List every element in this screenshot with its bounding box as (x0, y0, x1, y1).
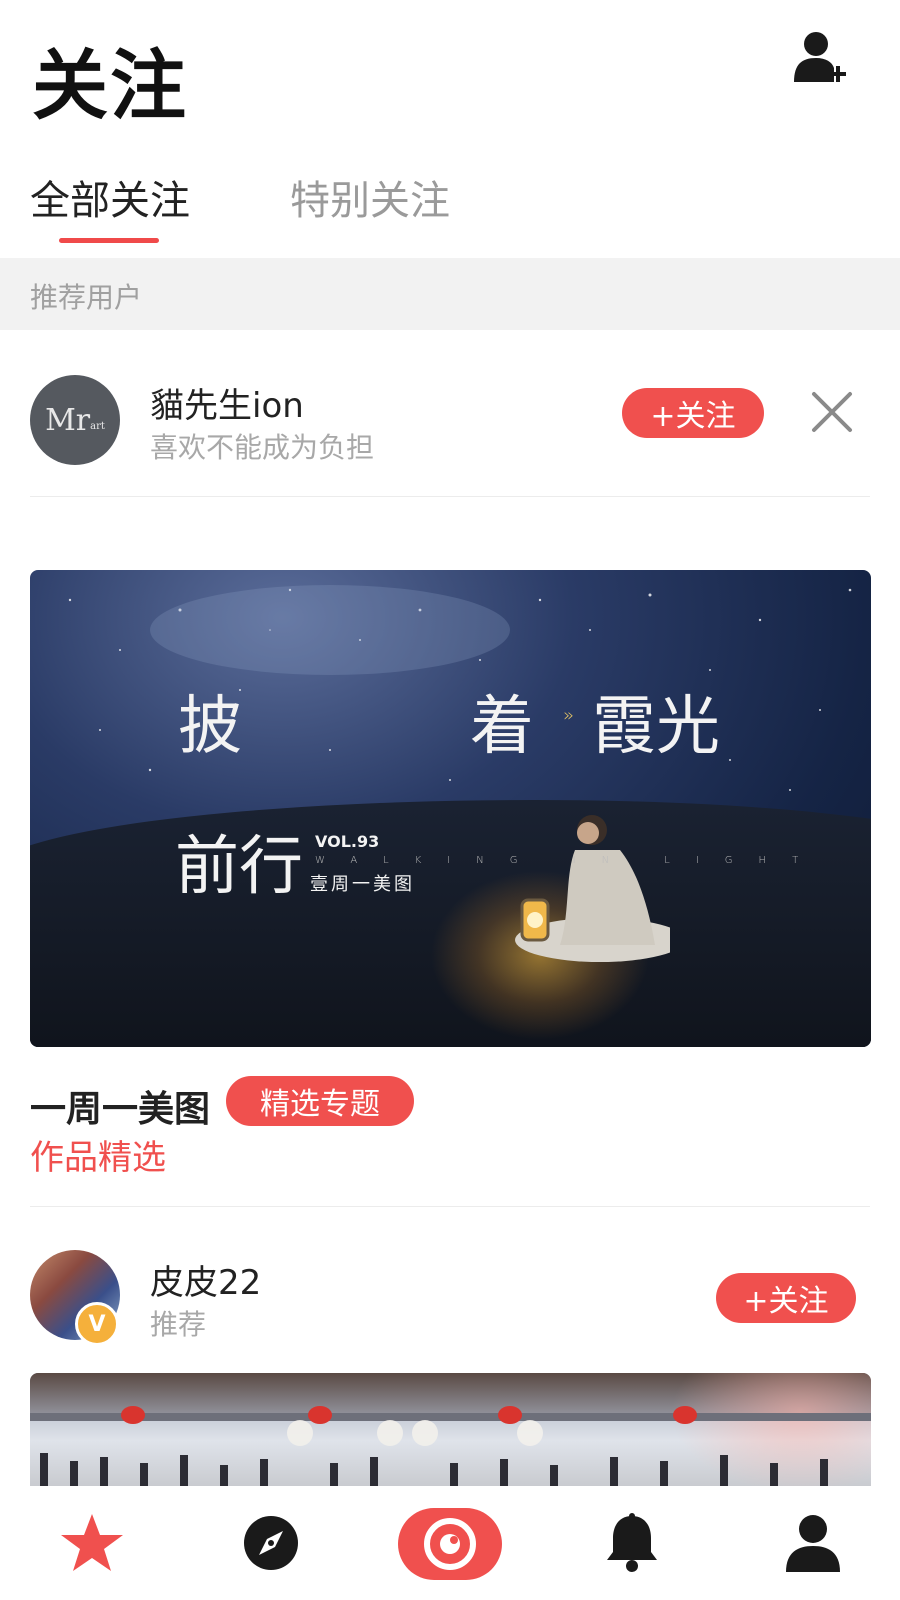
close-icon (812, 392, 852, 432)
bottom-tab-bar (0, 1486, 900, 1600)
featured-banner-image[interactable]: 披 着 » 霞光 前行 VOL.93 WALKING IN LIGHT 壹周一美… (30, 570, 871, 1047)
topic-tag[interactable]: 精选专题 (226, 1076, 414, 1126)
verified-badge: V (75, 1302, 119, 1346)
user-name[interactable]: 皮皮22 (150, 1255, 261, 1304)
header: 关注 (0, 0, 900, 130)
nav-profile[interactable] (778, 1508, 848, 1578)
photo-crowd-scene (30, 1406, 871, 1486)
follow-tabs: 全部关注 特别关注 (0, 160, 900, 258)
section-header: 推荐用户 (0, 258, 900, 330)
star-icon (61, 1514, 123, 1571)
tab-special-following[interactable]: 特别关注 (290, 168, 450, 226)
banner-text-pi: 披 (178, 690, 242, 764)
page-title: 关注 (32, 41, 188, 130)
banner-text-xiaguang: 霞光 (592, 690, 720, 764)
user-name[interactable]: 貓先生ion (150, 378, 304, 427)
post-subtitle[interactable]: 作品精选 (30, 1130, 166, 1179)
banner-walking-text: WALKING IN LIGHT (315, 855, 825, 866)
compass-icon (244, 1516, 298, 1570)
nav-following[interactable] (57, 1508, 127, 1578)
profile-icon (786, 1515, 840, 1572)
divider (30, 1206, 870, 1207)
nav-camera[interactable] (398, 1508, 502, 1580)
follow-button[interactable]: +关注 (716, 1273, 856, 1323)
banner-text-zhe: 着 (470, 690, 534, 764)
avatar[interactable]: Mr art (30, 375, 120, 465)
camera-icon (424, 1518, 476, 1570)
nav-discover[interactable] (236, 1508, 306, 1578)
post-title[interactable]: 一周一美图 (30, 1080, 210, 1132)
add-friend-button[interactable] (792, 28, 852, 88)
post-photo[interactable] (30, 1373, 871, 1486)
follow-button[interactable]: +关注 (622, 388, 764, 438)
avatar-text: Mr (45, 402, 91, 438)
divider (30, 496, 870, 497)
active-tab-indicator (59, 238, 159, 243)
banner-brand: 壹周一美图 (310, 874, 415, 895)
tab-all-following[interactable]: 全部关注 (30, 168, 190, 226)
section-label: 推荐用户 (30, 281, 143, 314)
avatar-small-text: art (90, 420, 105, 432)
banner-text-qianxing: 前行 (175, 830, 303, 904)
add-user-icon (794, 32, 846, 82)
nav-notifications[interactable] (597, 1508, 667, 1578)
banner-chevron: » (563, 705, 575, 726)
bell-icon (607, 1513, 657, 1572)
banner-volume: VOL.93 (315, 832, 380, 851)
woman-with-lantern-figure (515, 815, 670, 962)
user-bio: 喜欢不能成为负担 (150, 431, 375, 464)
user-tag: 推荐 (150, 1308, 207, 1341)
dismiss-button[interactable] (810, 390, 854, 434)
